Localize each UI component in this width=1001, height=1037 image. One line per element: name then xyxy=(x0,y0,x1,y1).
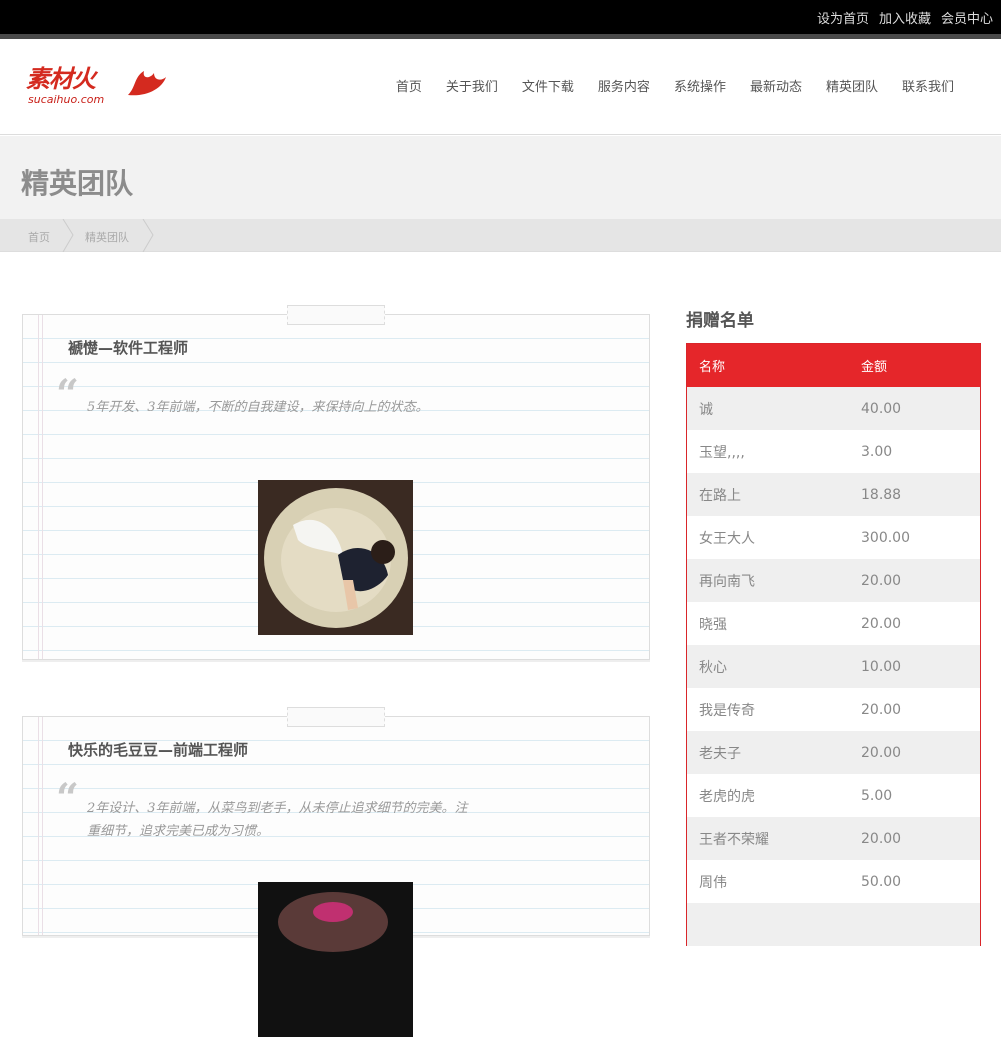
set-homepage-link[interactable]: 设为首页 xyxy=(817,8,869,27)
donation-list-title: 捐赠名单 xyxy=(686,311,754,331)
donation-table: 名称 金额 诚 40.00 玉望,,,, 3.00 在路上 18.88 女王大人 300.00… xyxy=(686,343,981,946)
column-header-amount: 金额 xyxy=(861,360,888,375)
page-title-bar: 精英团队 xyxy=(0,136,1001,219)
nav-about[interactable]: 关于我们 xyxy=(446,76,498,95)
donor-name: 老夫子 xyxy=(699,745,741,762)
breadcrumb-home[interactable]: 首页 xyxy=(28,229,50,245)
donation-amount: 20.00 xyxy=(861,830,902,847)
table-header: 名称 金额 xyxy=(687,344,980,387)
donation-amount: 10.00 xyxy=(861,658,902,675)
nav-news[interactable]: 最新动态 xyxy=(750,76,802,95)
donor-name: 在路上 xyxy=(699,487,741,504)
logo-domain: sucaihuo.com xyxy=(28,93,105,106)
table-row: 诚 40.00 xyxy=(687,387,980,430)
nav-contact[interactable]: 联系我们 xyxy=(902,76,954,95)
top-bar: 设为首页 加入收藏 会员中心 xyxy=(0,0,1001,39)
donor-name: 再向南飞 xyxy=(699,573,755,590)
column-header-name: 名称 xyxy=(699,360,726,375)
nav-download[interactable]: 文件下载 xyxy=(522,76,574,95)
donor-name: 秋心 xyxy=(699,659,727,676)
table-row: 在路上 18.88 xyxy=(687,473,980,516)
member-card: 褫憷—软件工程师 “ 5年开发、3年前端，不断的自我建设，来保持向上的状态。 xyxy=(22,305,650,660)
main-nav: 首页 关于我们 文件下载 服务内容 系统操作 最新动态 精英团队 联系我们 xyxy=(396,76,954,95)
donation-amount: 40.00 xyxy=(861,400,902,417)
donation-amount: 20.00 xyxy=(861,744,902,761)
donor-name: 老虎的虎 xyxy=(699,788,755,805)
tape-decoration xyxy=(287,305,385,325)
breadcrumb-current: 精英团队 xyxy=(85,231,129,244)
donation-amount: 20.00 xyxy=(861,701,902,718)
member-quote: 2年设计、3年前端，从菜鸟到老手，从未停止追求细节的完美。注重细节，追求完美已成… xyxy=(87,801,468,839)
breadcrumb-separator-icon xyxy=(142,219,154,252)
member-photo xyxy=(258,480,413,635)
table-row: 我是传奇 20.00 xyxy=(687,688,980,731)
table-row: 再向南飞 20.00 xyxy=(687,559,980,602)
table-row: 秋心 10.00 xyxy=(687,645,980,688)
donation-amount: 50.00 xyxy=(861,873,902,890)
table-row: 女王大人 300.00 xyxy=(687,516,980,559)
donor-name: 王者不荣耀 xyxy=(699,831,769,848)
table-row xyxy=(687,903,980,946)
donor-name: 我是传奇 xyxy=(699,702,755,719)
donor-name: 诚 xyxy=(699,401,713,418)
member-center-link[interactable]: 会员中心 xyxy=(941,8,993,27)
donation-amount: 20.00 xyxy=(861,572,902,589)
tape-decoration xyxy=(287,707,385,727)
donor-name: 玉望,,,, xyxy=(699,444,745,461)
member-title: 快乐的毛豆豆—前端工程师 xyxy=(68,741,249,759)
table-row: 玉望,,,, 3.00 xyxy=(687,430,980,473)
table-row: 老夫子 20.00 xyxy=(687,731,980,774)
nav-system[interactable]: 系统操作 xyxy=(674,76,726,95)
nav-team[interactable]: 精英团队 xyxy=(826,76,878,95)
table-row: 王者不荣耀 20.00 xyxy=(687,817,980,860)
donor-name: 女王大人 xyxy=(699,530,755,547)
member-card: 快乐的毛豆豆—前端工程师 “ 2年设计、3年前端，从菜鸟到老手，从未停止追求细节… xyxy=(22,707,650,1037)
logo[interactable]: 素材火 sucaihuo.com xyxy=(26,67,171,107)
nav-services[interactable]: 服务内容 xyxy=(598,76,650,95)
member-quote: 5年开发、3年前端，不断的自我建设，来保持向上的状态。 xyxy=(87,400,429,415)
page-title: 精英团队 xyxy=(21,167,134,200)
table-row: 周伟 50.00 xyxy=(687,860,980,903)
donation-amount: 3.00 xyxy=(861,443,893,460)
table-row: 晓强 20.00 xyxy=(687,602,980,645)
donation-amount: 20.00 xyxy=(861,615,902,632)
nav-home[interactable]: 首页 xyxy=(396,76,422,95)
table-row: 老虎的虎 5.00 xyxy=(687,774,980,817)
breadcrumb-separator-icon xyxy=(62,219,74,252)
member-title: 褫憷—软件工程师 xyxy=(68,339,189,357)
breadcrumb: 首页 精英团队 xyxy=(0,219,1001,252)
add-favorite-link[interactable]: 加入收藏 xyxy=(879,8,931,27)
donor-name: 周伟 xyxy=(699,874,727,891)
donation-amount: 18.88 xyxy=(861,486,902,503)
header: 素材火 sucaihuo.com 首页 关于我们 文件下载 服务内容 系统操作 … xyxy=(0,39,1001,135)
quote-icon: “ xyxy=(56,775,80,822)
member-photo xyxy=(258,882,413,1037)
donation-amount: 300.00 xyxy=(861,529,910,546)
donation-amount: 5.00 xyxy=(861,787,893,804)
flame-icon xyxy=(128,71,166,96)
donor-name: 晓强 xyxy=(699,616,727,633)
quote-icon: “ xyxy=(56,371,80,418)
